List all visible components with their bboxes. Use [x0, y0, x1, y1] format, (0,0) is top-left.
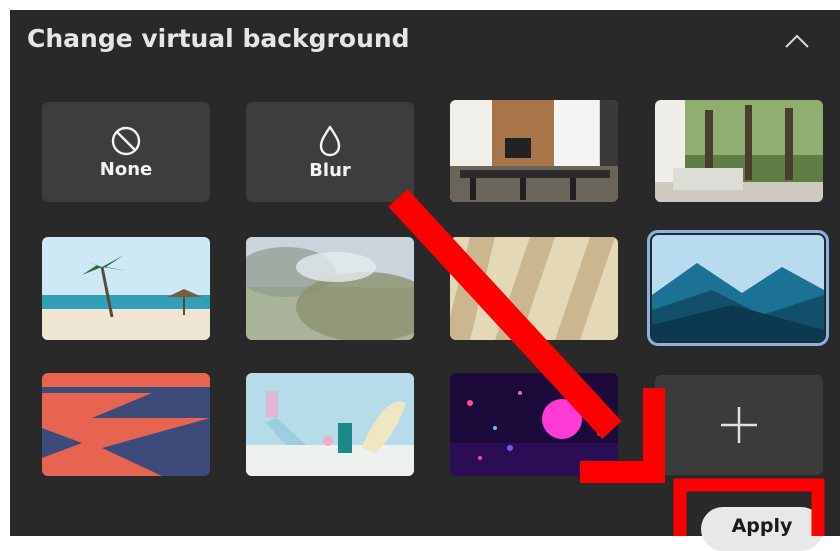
blur-drop-icon	[319, 125, 341, 156]
chevron-up-icon	[785, 34, 809, 48]
add-background-button[interactable]	[655, 375, 823, 475]
bg-office-interior[interactable]	[450, 100, 618, 202]
collapse-button[interactable]	[780, 26, 814, 56]
bg-abstract-red-blue[interactable]	[42, 373, 210, 476]
bg-blue-mountains[interactable]	[647, 230, 829, 346]
background-option-none[interactable]: None	[42, 102, 210, 202]
apply-button[interactable]: Apply	[701, 507, 823, 551]
bg-window-shadows[interactable]	[450, 237, 618, 340]
background-option-blur[interactable]: Blur	[246, 102, 414, 202]
bg-blurred-landscape[interactable]	[246, 237, 414, 340]
option-label-none: None	[99, 158, 153, 180]
bg-neon-sphere[interactable]	[450, 373, 618, 476]
plus-icon	[721, 407, 757, 443]
no-background-icon	[111, 126, 141, 155]
bg-forest-lounge[interactable]	[655, 100, 823, 202]
panel-title: Change virtual background	[27, 24, 410, 53]
bg-pastel-shapes[interactable]	[246, 373, 414, 476]
option-label-blur: Blur	[309, 159, 351, 181]
bg-beach-palm[interactable]	[42, 237, 210, 340]
